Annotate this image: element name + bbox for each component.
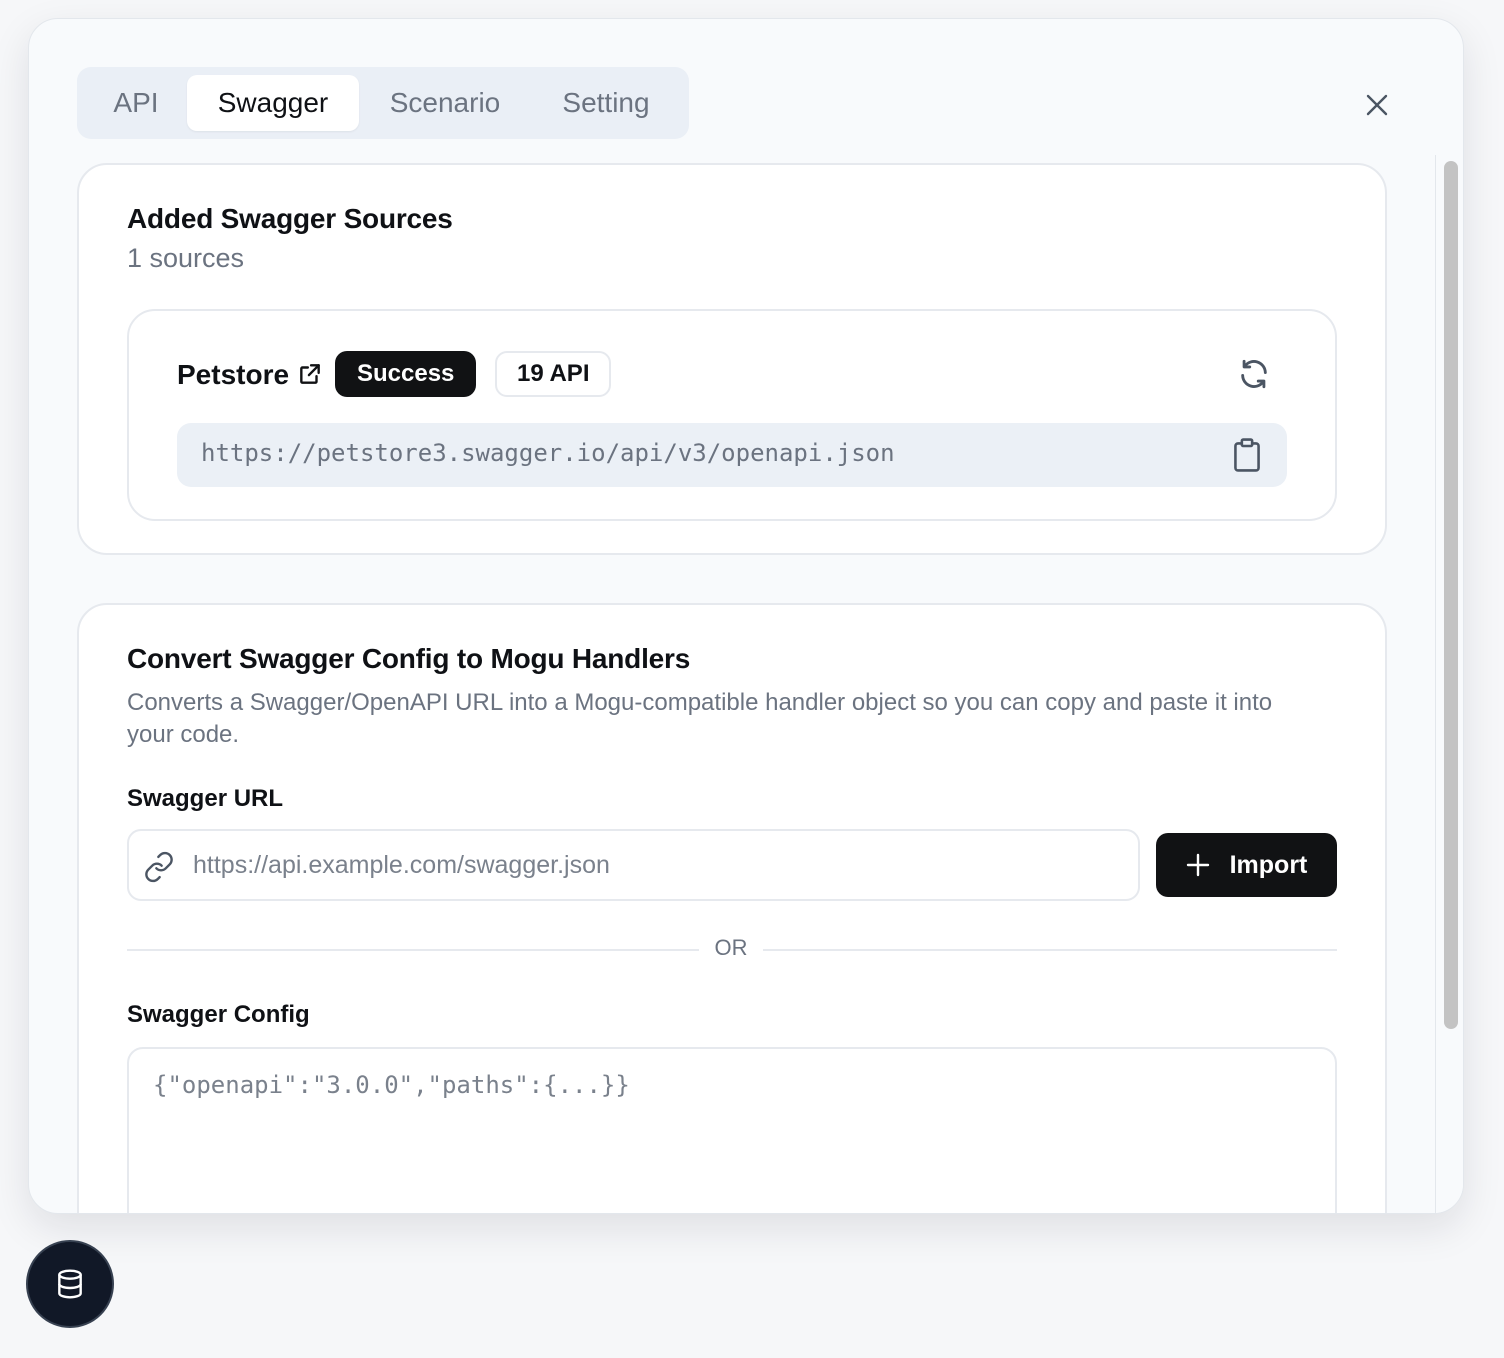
sources-count: 1 sources xyxy=(127,243,245,273)
scrollbar-thumb[interactable] xyxy=(1444,161,1458,1029)
swagger-config-label: Swagger Config xyxy=(127,1001,310,1028)
tab-bar: API Swagger Scenario Setting xyxy=(77,67,689,139)
import-label: Import xyxy=(1229,850,1308,879)
external-link-icon[interactable] xyxy=(297,361,323,387)
source-name[interactable]: Petstore xyxy=(177,359,289,391)
convert-card: Convert Swagger Config to Mogu Handlers … xyxy=(77,603,1387,1213)
tab-api[interactable]: API xyxy=(85,75,187,131)
tab-scenario[interactable]: Scenario xyxy=(359,75,531,131)
or-text: OR xyxy=(714,935,748,960)
swagger-url-field[interactable] xyxy=(127,829,1140,901)
tab-setting[interactable]: Setting xyxy=(531,75,681,131)
plus-icon xyxy=(1186,853,1209,877)
swagger-config-textarea[interactable] xyxy=(153,1071,1313,1213)
link-icon xyxy=(145,851,173,883)
database-icon xyxy=(58,1269,82,1299)
status-badge: Success xyxy=(335,351,477,397)
swagger-url-input[interactable] xyxy=(193,841,1123,889)
swagger-url-label: Swagger URL xyxy=(127,785,284,812)
source-url: https://petstore3.swagger.io/api/v3/open… xyxy=(201,439,895,467)
api-count-badge: 19 API xyxy=(495,351,612,397)
refresh-icon[interactable] xyxy=(1237,357,1271,391)
convert-description: Converts a Swagger/OpenAPI URL into a Mo… xyxy=(127,689,1273,748)
import-button[interactable]: Import xyxy=(1156,833,1337,897)
or-divider: OR xyxy=(127,935,1337,960)
tab-swagger[interactable]: Swagger xyxy=(187,75,359,131)
database-button[interactable] xyxy=(26,1240,114,1328)
swagger-sources-card: Added Swagger Sources 1 sources Petstore… xyxy=(77,163,1387,555)
swagger-config-field[interactable] xyxy=(127,1047,1337,1213)
close-icon xyxy=(1366,94,1388,116)
close-button[interactable] xyxy=(1359,87,1395,123)
sources-title: Added Swagger Sources xyxy=(127,203,453,234)
convert-title: Convert Swagger Config to Mogu Handlers xyxy=(127,643,691,674)
devtools-panel: API Swagger Scenario Setting Added Swagg… xyxy=(28,18,1464,1214)
clipboard-icon[interactable] xyxy=(1231,437,1263,473)
source-item: Petstore Success 19 API https://petstore… xyxy=(127,309,1337,521)
source-url-box: https://petstore3.swagger.io/api/v3/open… xyxy=(177,423,1287,487)
scrollbar-track[interactable] xyxy=(1435,155,1463,1213)
